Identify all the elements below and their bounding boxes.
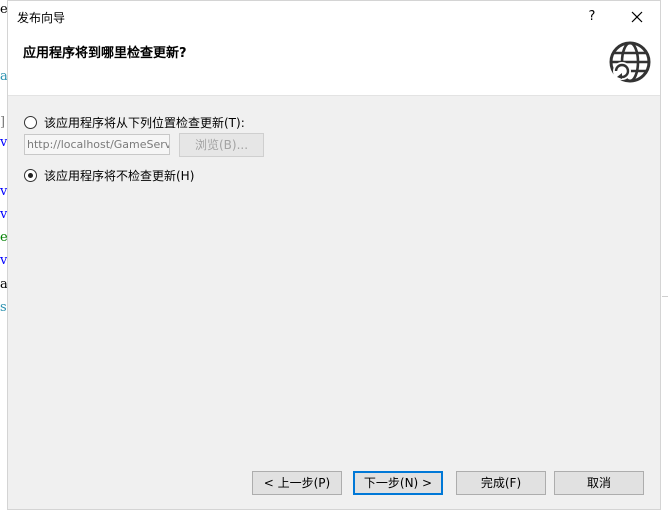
publish-wizard-dialog: 发布向导 ? 应用程序将到哪里检查更新? 该应用程序将从下列位置检查更新(T):… xyxy=(7,0,661,510)
globe-update-icon xyxy=(609,41,651,83)
radio-checked-icon xyxy=(24,169,37,182)
no-check-radio[interactable]: 该应用程序将不检查更新(H) xyxy=(24,167,194,184)
dialog-title: 发布向导 xyxy=(17,11,66,25)
help-button[interactable]: ? xyxy=(580,6,604,28)
finish-button[interactable]: 完成(F) xyxy=(456,471,546,495)
radio-unchecked-icon xyxy=(24,116,37,129)
browse-button[interactable]: 浏览(B)... xyxy=(179,133,264,157)
page-title: 应用程序将到哪里检查更新? xyxy=(23,46,187,61)
title-bar: 发布向导 ? xyxy=(8,1,660,33)
background-divider xyxy=(662,296,668,297)
next-button[interactable]: 下一步(N) > xyxy=(353,471,443,495)
no-check-label: 该应用程序将不检查更新(H) xyxy=(44,169,195,183)
close-icon xyxy=(631,11,643,23)
wizard-header: 应用程序将到哪里检查更新? xyxy=(8,33,660,96)
check-from-location-radio[interactable]: 该应用程序将从下列位置检查更新(T): xyxy=(24,114,245,131)
close-button[interactable] xyxy=(625,6,649,28)
update-url-input[interactable]: http://localhost/GameServ xyxy=(24,134,170,155)
check-from-location-label: 该应用程序将从下列位置检查更新(T): xyxy=(44,116,245,130)
prev-button[interactable]: < 上一步(P) xyxy=(252,471,342,495)
cancel-button[interactable]: 取消 xyxy=(554,471,644,495)
